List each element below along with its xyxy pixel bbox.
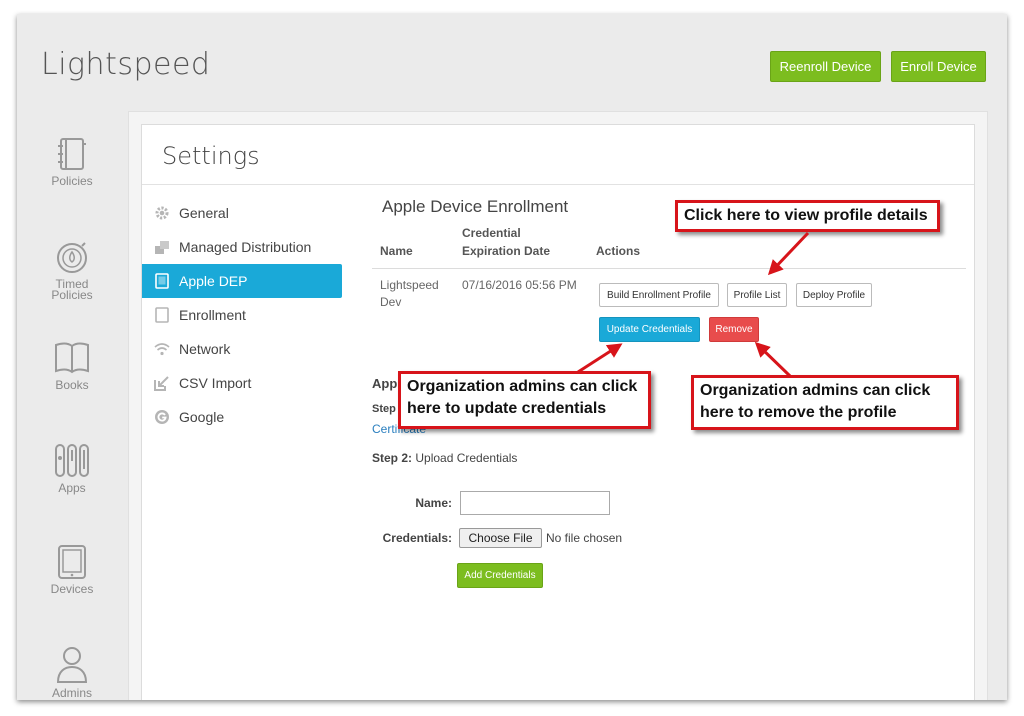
settings-item-label: Google	[179, 409, 225, 425]
settings-item-csv-import[interactable]: CSV Import	[142, 366, 342, 400]
gear-icon	[154, 205, 170, 221]
nav-item-apps[interactable]: Apps	[17, 441, 127, 494]
nav-label-policies-2: Policies	[51, 288, 93, 302]
tablet-icon	[154, 307, 170, 323]
profile-list-button[interactable]: Profile List	[727, 283, 787, 307]
settings-item-managed-distribution[interactable]: Managed Distribution	[142, 230, 342, 264]
nav-label-policies: Policies	[51, 174, 93, 188]
column-header-actions: Actions	[596, 244, 641, 258]
callout-text-line2: here to remove the profile	[700, 404, 897, 421]
file-status: No file chosen	[546, 531, 623, 545]
callout-text-line2: here to update credentials	[407, 400, 607, 417]
cell-name-line1: Lightspeed	[380, 278, 439, 292]
notebook-icon	[58, 138, 86, 170]
nav-label-books: Books	[55, 378, 89, 392]
nav-item-timed-policies[interactable]: Timed Policies	[17, 239, 127, 301]
step2-text: Upload Credentials	[415, 451, 518, 465]
build-enrollment-profile-button[interactable]: Build Enrollment Profile	[599, 283, 719, 307]
table-divider	[372, 268, 966, 269]
cell-name-line2: Dev	[380, 295, 402, 309]
partial-heading: App	[372, 376, 398, 391]
step2-label: Step 2:	[372, 451, 413, 465]
book-icon	[55, 342, 89, 374]
divider	[142, 184, 974, 185]
distribution-icon	[154, 239, 170, 255]
nav-label-apps: Apps	[58, 481, 86, 495]
settings-item-apple-dep[interactable]: Apple DEP	[142, 264, 342, 298]
column-header-name: Name	[380, 244, 413, 258]
settings-item-network[interactable]: Network	[142, 332, 342, 366]
nav-item-books[interactable]: Books	[17, 340, 127, 391]
add-credentials-button[interactable]: Add Credentials	[457, 563, 543, 588]
nav-label-devices: Devices	[50, 582, 94, 596]
reenroll-device-button[interactable]: Reenroll Device	[770, 51, 881, 82]
nav-item-policies[interactable]: Policies	[17, 136, 127, 187]
callout-text-line1: Organization admins can click	[700, 382, 931, 399]
settings-item-general[interactable]: General	[142, 196, 342, 230]
column-header-credential: Credential	[462, 226, 521, 240]
settings-item-label: Network	[179, 341, 231, 357]
tablet-icon	[58, 545, 86, 579]
nav-item-admins[interactable]: Admins	[17, 646, 127, 699]
nav-item-devices[interactable]: Devices	[17, 544, 127, 595]
credentials-label: Credentials:	[382, 531, 452, 545]
user-icon	[56, 647, 88, 683]
settings-item-label: Apple DEP	[179, 273, 248, 289]
nav-label-admins: Admins	[51, 686, 92, 700]
deploy-profile-button[interactable]: Deploy Profile	[796, 283, 872, 307]
callout-profile-details: Click here to view profile details	[675, 200, 940, 232]
section-title: Apple Device Enrollment	[382, 197, 569, 216]
wifi-icon	[154, 341, 170, 357]
callout-update-credentials: Organization admins can click here to up…	[398, 371, 651, 429]
callout-remove-profile: Organization admins can click here to re…	[691, 375, 959, 430]
settings-item-label: Managed Distribution	[179, 239, 312, 255]
step2-row: Step 2: Upload Credentials	[372, 451, 517, 465]
settings-item-label: General	[179, 205, 229, 221]
settings-item-enrollment[interactable]: Enrollment	[142, 298, 342, 332]
choose-file-button[interactable]: Choose File	[459, 528, 542, 548]
remove-button[interactable]: Remove	[709, 317, 759, 342]
page-title: Settings	[162, 142, 260, 170]
tablet-icon	[154, 273, 170, 289]
step1-label: Step	[372, 403, 396, 415]
app-title: Lightspeed	[41, 47, 211, 82]
settings-item-google[interactable]: Google	[142, 400, 342, 434]
stopwatch-icon	[57, 242, 87, 273]
app-window: Lightspeed Reenroll Device Enroll Device…	[17, 14, 1007, 700]
callout-text-line1: Organization admins can click	[407, 378, 638, 395]
callout-text: Click here to view profile details	[684, 207, 928, 224]
import-icon	[154, 375, 170, 391]
name-label: Name:	[415, 496, 452, 510]
cell-expiration: 07/16/2016 05:56 PM	[462, 278, 577, 292]
column-header-expiration: Expiration Date	[462, 244, 551, 258]
settings-item-label: CSV Import	[179, 375, 252, 391]
google-icon	[154, 409, 170, 425]
apps-icon	[55, 444, 89, 477]
settings-item-label: Enrollment	[179, 307, 246, 323]
enroll-device-button[interactable]: Enroll Device	[891, 51, 986, 82]
update-credentials-button[interactable]: Update Credentials	[599, 317, 700, 342]
name-input[interactable]	[460, 491, 610, 515]
